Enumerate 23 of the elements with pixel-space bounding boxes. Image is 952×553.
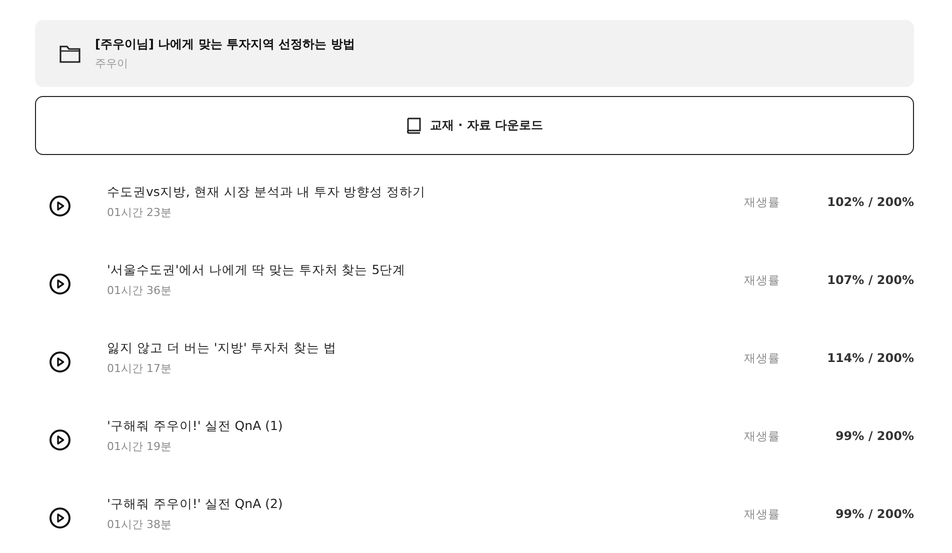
playback-rate: 99% / 200% xyxy=(835,507,914,521)
playback-rate: 107% / 200% xyxy=(827,273,914,287)
lesson-title[interactable]: '구해줘 주우이!' 실전 QnA (1) xyxy=(107,418,657,435)
lesson-duration: 01시간 38분 xyxy=(107,517,172,532)
lesson-duration: 01시간 17분 xyxy=(107,361,172,376)
lesson-duration: 01시간 36분 xyxy=(107,283,172,298)
playback-rate: 102% / 200% xyxy=(827,195,914,209)
playback-rate: 99% / 200% xyxy=(835,429,914,443)
lesson-duration: 01시간 23분 xyxy=(107,205,172,220)
playback-rate-label: 재생률 xyxy=(744,350,780,366)
playback-rate-label: 재생률 xyxy=(744,194,780,210)
lesson-title[interactable]: 수도권vs지방, 현재 시장 분석과 내 투자 방향성 정하기 xyxy=(107,184,657,201)
lesson-title[interactable]: 잃지 않고 더 버는 '지방' 투자처 찾는 법 xyxy=(107,340,657,357)
playback-rate-label: 재생률 xyxy=(744,506,780,522)
playback-rate-label: 재생률 xyxy=(744,272,780,288)
lesson-duration: 01시간 19분 xyxy=(107,439,172,454)
download-button[interactable]: 교재 · 자료 다운로드 xyxy=(35,96,914,155)
playback-rate: 114% / 200% xyxy=(827,351,914,365)
course-title: [주우이님] 나에게 맞는 투자지역 선정하는 방법 xyxy=(95,36,355,53)
lesson-title[interactable]: '구해줘 주우이!' 실전 QnA (2) xyxy=(107,496,657,513)
course-author: 주우이 xyxy=(95,56,129,71)
lesson-title[interactable]: '서울수도권'에서 나에게 딱 맞는 투자처 찾는 5단계 xyxy=(107,262,657,279)
playback-rate-label: 재생률 xyxy=(744,428,780,444)
